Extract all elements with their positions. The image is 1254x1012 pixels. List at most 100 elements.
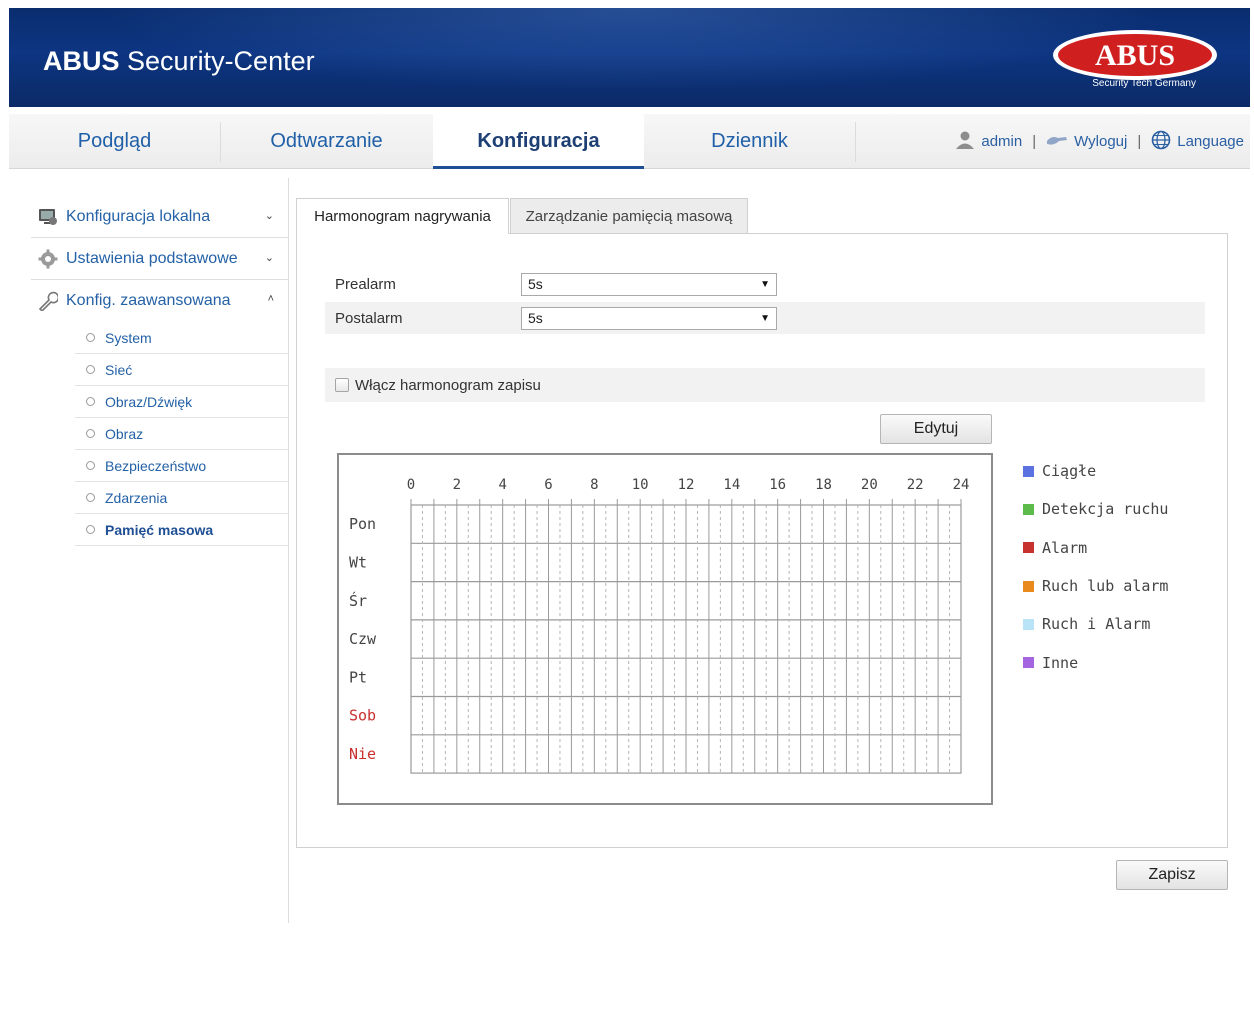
legend-label: Detekcja ruchu <box>1042 500 1169 519</box>
sidebar-item-storage[interactable]: Pamięć masowa <box>75 514 288 546</box>
nav-tab-dziennik[interactable]: Dziennik <box>644 114 855 169</box>
legend-item: Ciągłe <box>1023 452 1168 490</box>
local-config-icon <box>37 206 59 228</box>
day-label: Nie <box>349 745 376 763</box>
nav-tab-konfiguracja[interactable]: Konfiguracja <box>433 114 644 169</box>
hour-label: 16 <box>769 477 786 493</box>
sidebar-group-advanced-config[interactable]: Konfig. zaawansowana ˄ <box>31 280 288 322</box>
nav-tab-odtwarzanie[interactable]: Odtwarzanie <box>221 114 432 169</box>
hour-label: 6 <box>544 477 552 493</box>
hour-label: 18 <box>815 477 832 493</box>
sidebar-item-label: System <box>105 329 152 346</box>
legend-label: Ruch i Alarm <box>1042 615 1151 634</box>
sidebar-group-basic-settings[interactable]: Ustawienia podstawowe ⌄ <box>31 238 288 280</box>
user-icon <box>955 130 975 154</box>
sidebar-item-system[interactable]: System <box>75 322 288 354</box>
legend-item: Inne <box>1023 643 1168 681</box>
language-link[interactable]: Language <box>1177 133 1244 150</box>
prealarm-select[interactable]: 5s ▼ <box>521 272 777 296</box>
save-button[interactable]: Zapisz <box>1116 860 1228 890</box>
day-label: Pt <box>349 668 367 686</box>
bullet-icon <box>86 525 95 534</box>
legend-swatch <box>1023 657 1034 669</box>
app-title: ABUS Security-Center <box>43 46 315 77</box>
legend-swatch <box>1023 503 1034 515</box>
enable-schedule-label: Włącz harmonogram zapisu <box>355 376 541 394</box>
separator: | <box>1032 133 1037 150</box>
sidebar-item-label: Bezpieczeństwo <box>105 457 207 474</box>
legend-swatch <box>1023 618 1034 630</box>
legend-item: Ruch i Alarm <box>1023 605 1168 643</box>
edit-button[interactable]: Edytuj <box>880 414 992 444</box>
hour-label: 10 <box>632 477 649 493</box>
prealarm-label: Prealarm <box>335 275 396 293</box>
tab-storage-management[interactable]: Zarządzanie pamięcią masową <box>510 198 748 233</box>
hour-label: 12 <box>678 477 695 493</box>
hour-label: 20 <box>861 477 878 493</box>
schedule-grid[interactable]: 0 2 4 6 8 10 12 14 16 18 20 22 24PonWtŚrCzwPtSobNie <box>339 455 991 803</box>
settings-panel: Prealarm 5s ▼ Postalarm 5s ▼ Włącz harmo… <box>296 233 1228 848</box>
day-label: Wt <box>349 553 367 571</box>
sidebar-item-events[interactable]: Zdarzenia <box>75 482 288 514</box>
sidebar-submenu: System Sieć Obraz/Dźwięk Obraz Bezpiecze… <box>75 322 288 546</box>
sidebar-item-video-audio[interactable]: Obraz/Dźwięk <box>75 386 288 418</box>
logout-icon <box>1046 133 1068 151</box>
prealarm-row: Prealarm 5s ▼ <box>325 268 1205 300</box>
hour-label: 2 <box>453 477 461 493</box>
user-name-link[interactable]: admin <box>981 133 1022 150</box>
sidebar-group-local-config[interactable]: Konfiguracja lokalna ⌄ <box>31 196 288 238</box>
sidebar: Konfiguracja lokalna ⌄ Ustawienia podsta… <box>31 196 288 546</box>
tab-recording-schedule[interactable]: Harmonogram nagrywania <box>296 198 509 234</box>
hour-label: 8 <box>590 477 598 493</box>
basic-settings-icon <box>37 248 59 270</box>
globe-icon <box>1151 130 1171 154</box>
legend-label: Ruch lub alarm <box>1042 577 1169 596</box>
main-nav: Podgląd Odtwarzanie Konfiguracja Dzienni… <box>9 114 1250 169</box>
app-title-rest: Security-Center <box>127 46 315 76</box>
logout-link[interactable]: Wyloguj <box>1074 133 1127 150</box>
chevron-down-icon: ⌄ <box>264 252 274 264</box>
sidebar-item-network[interactable]: Sieć <box>75 354 288 386</box>
hour-label: 4 <box>498 477 506 493</box>
sidebar-item-label: Obraz <box>105 425 144 442</box>
chevron-up-icon: ˄ <box>267 293 274 305</box>
legend-item: Detekcja ruchu <box>1023 490 1168 528</box>
separator: | <box>1137 133 1142 150</box>
bullet-icon <box>86 333 95 342</box>
sidebar-item-label: Obraz/Dźwięk <box>105 393 193 410</box>
bullet-icon <box>86 365 95 374</box>
hour-label: 14 <box>723 477 740 493</box>
enable-schedule-checkbox[interactable] <box>335 378 349 392</box>
hour-label: 24 <box>953 477 970 493</box>
legend-item: Alarm <box>1023 529 1168 567</box>
legend-swatch <box>1023 542 1034 554</box>
sidebar-item-image[interactable]: Obraz <box>75 418 288 450</box>
bullet-icon <box>86 429 95 438</box>
legend-swatch <box>1023 580 1034 592</box>
sidebar-item-label: Pamięć masowa <box>105 521 214 538</box>
app-title-bold: ABUS <box>43 46 120 76</box>
user-area: admin | Wyloguj | Language <box>955 114 1244 169</box>
abus-logo-text: ABUS <box>1095 39 1175 72</box>
schedule-legend: Ciągłe Detekcja ruchu Alarm Ruch lub alarm R… <box>1023 452 1168 682</box>
sidebar-divider <box>288 178 289 923</box>
bullet-icon <box>86 397 95 406</box>
sidebar-group-label: Konfiguracja lokalna <box>66 207 211 225</box>
wrench-icon <box>37 290 59 312</box>
nav-separator <box>855 122 856 162</box>
chevron-down-icon: ⌄ <box>264 210 274 222</box>
bullet-icon <box>86 493 95 502</box>
enable-schedule-row: Włącz harmonogram zapisu <box>325 368 1205 402</box>
nav-tab-podglad[interactable]: Podgląd <box>9 114 220 169</box>
sidebar-item-label: Zdarzenia <box>105 489 168 506</box>
legend-label: Ciągłe <box>1042 462 1097 481</box>
sidebar-item-security[interactable]: Bezpieczeństwo <box>75 450 288 482</box>
sidebar-group-label: Ustawienia podstawowe <box>66 249 238 267</box>
abus-tagline: Security Tech Germany <box>1092 78 1196 89</box>
dropdown-arrow-icon: ▼ <box>760 312 770 324</box>
day-label: Sob <box>349 707 376 725</box>
postalarm-select[interactable]: 5s ▼ <box>521 306 777 330</box>
hour-label: 0 <box>407 477 415 493</box>
postalarm-row: Postalarm 5s ▼ <box>325 302 1205 334</box>
day-label: Pon <box>349 515 376 533</box>
